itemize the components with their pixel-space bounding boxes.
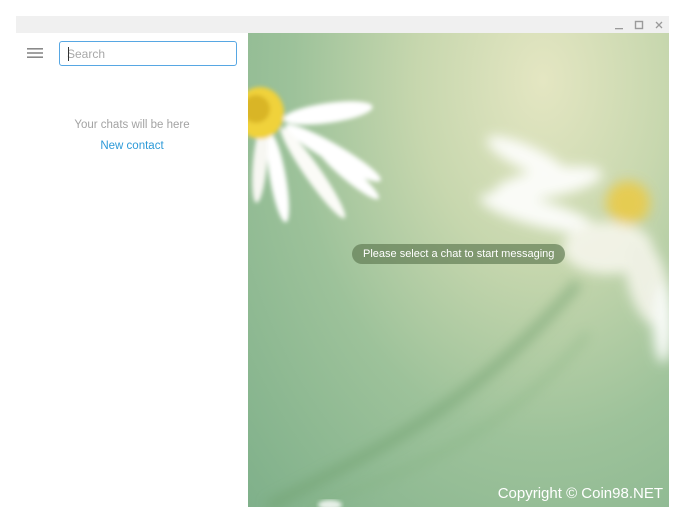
chat-area: Please select a chat to start messaging … xyxy=(248,33,669,507)
hamburger-menu-icon[interactable] xyxy=(26,46,44,60)
daisy-background-image xyxy=(248,87,669,507)
copyright-watermark: Copyright © Coin98.NET xyxy=(497,485,663,502)
empty-chats-message: Your chats will be here xyxy=(74,119,190,131)
maximize-icon[interactable] xyxy=(633,19,645,31)
minimize-icon[interactable] xyxy=(613,19,625,31)
window-controls xyxy=(613,16,665,33)
title-bar[interactable] xyxy=(16,16,669,33)
new-contact-link[interactable]: New contact xyxy=(16,140,248,152)
search-box xyxy=(59,41,237,66)
chat-list-sidebar: Your chats will be here New contact xyxy=(16,33,248,507)
close-icon[interactable] xyxy=(653,19,665,31)
search-input[interactable] xyxy=(60,42,233,65)
select-chat-placeholder: Please select a chat to start messaging xyxy=(352,244,566,264)
app-window: Your chats will be here New contact xyxy=(16,16,669,507)
text-caret xyxy=(68,47,69,61)
